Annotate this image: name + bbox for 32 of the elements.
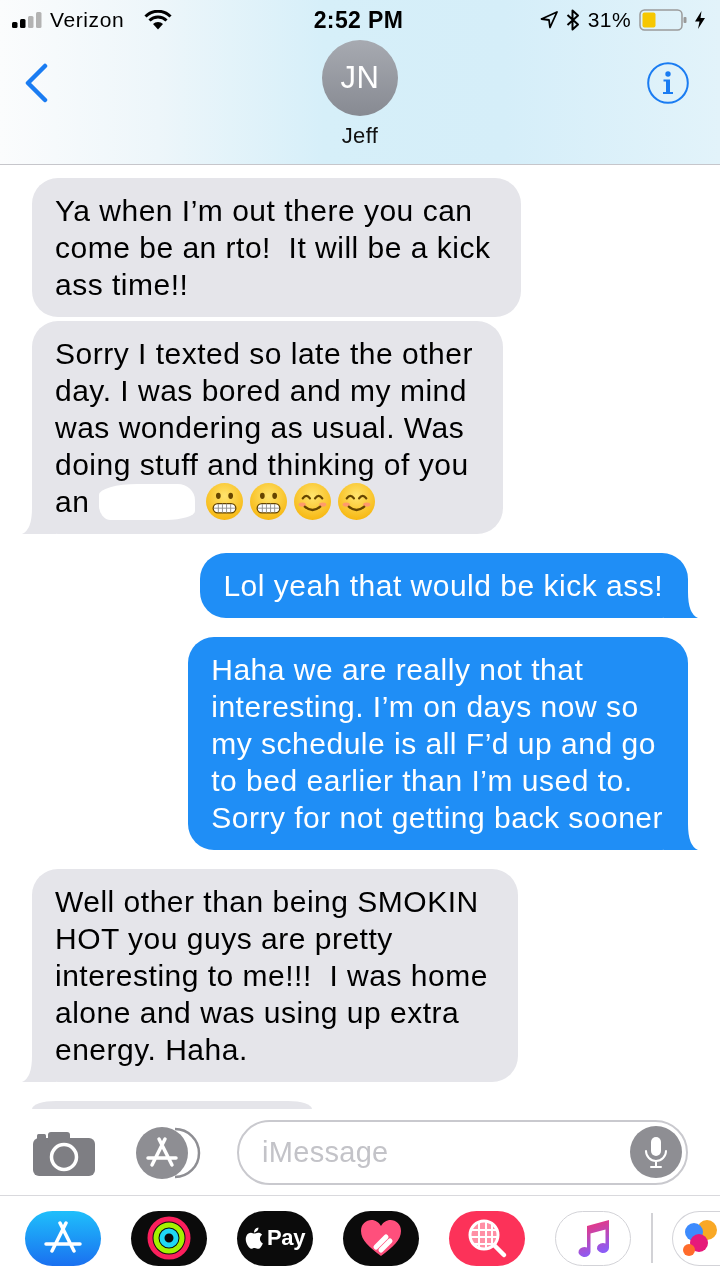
app-drawer-button[interactable] bbox=[343, 1210, 419, 1266]
message-text: Haha we are really not that interesting. I’m on days now so my schedule is all F’d up and go to bed earlier than I’m used to. Sorry for not getting back sooner bbox=[211, 652, 663, 836]
message-text: an bbox=[55, 484, 90, 520]
message-text: Well other than being SMOKIN HOT you guys are pretty interesting to me!!! I was home alone and was using up extra energy. Haha. bbox=[55, 884, 488, 1068]
bluetooth-icon bbox=[565, 9, 580, 31]
message-text: Ya when I’m out there you can come be an rto! It will be a kick ass time!! bbox=[55, 193, 491, 303]
contact-name[interactable]: Jeff bbox=[341, 123, 379, 149]
back-icon[interactable] bbox=[23, 63, 49, 103]
status-time: 2:52 PM bbox=[313, 7, 404, 33]
message-text: Lol yeah that would be kick ass! bbox=[223, 568, 663, 604]
message-input[interactable]: iMessage bbox=[237, 1120, 688, 1185]
location-arrow-icon bbox=[539, 11, 558, 29]
apple-icon bbox=[244, 1227, 264, 1249]
smiling-face-icon bbox=[338, 483, 376, 520]
smiling-face-icon bbox=[294, 483, 332, 520]
letter-a-circle-icon[interactable] bbox=[135, 1126, 203, 1179]
battery-icon bbox=[639, 9, 687, 31]
color-blobs-icon bbox=[681, 1218, 717, 1258]
camera-icon[interactable] bbox=[33, 1129, 95, 1176]
battery-percent: 31% bbox=[587, 7, 631, 33]
letter-a-icon bbox=[43, 1221, 83, 1255]
heart-icon bbox=[359, 1218, 403, 1258]
app-drawer-button[interactable]: Pay bbox=[237, 1210, 313, 1266]
carrier-name: Verizon bbox=[50, 7, 125, 33]
grimacing-face-icon bbox=[250, 483, 288, 520]
microphone-icon[interactable] bbox=[630, 1126, 682, 1178]
rings-icon bbox=[147, 1216, 191, 1260]
info-icon[interactable] bbox=[647, 62, 689, 104]
app-drawer-button[interactable] bbox=[131, 1210, 207, 1266]
signal-icon bbox=[12, 12, 42, 28]
wifi-icon bbox=[144, 10, 173, 30]
grimacing-face-icon bbox=[206, 483, 244, 520]
